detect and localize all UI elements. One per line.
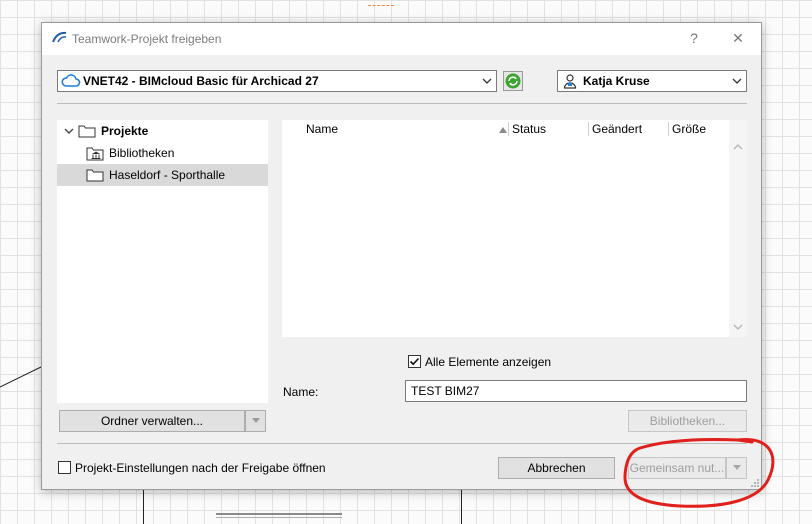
column-header-changed[interactable]: Geändert (592, 120, 668, 138)
archicad-logo-icon (52, 31, 67, 43)
checkmark-icon (409, 357, 420, 366)
drawing-line-right (461, 490, 462, 524)
open-settings-checkbox[interactable] (58, 461, 71, 474)
drawing-marker-top (368, 5, 394, 6)
drawing-diagonal (0, 366, 42, 388)
chevron-down-icon (482, 78, 492, 84)
cancel-label: Abbrechen (527, 461, 586, 475)
open-settings-label[interactable]: Projekt-Einstellungen nach der Freigabe … (75, 461, 326, 475)
chevron-down-icon (732, 78, 742, 84)
chevron-down-icon[interactable] (63, 125, 75, 137)
tree-item-label: Haseldorf - Sporthalle (109, 168, 226, 182)
drawing-dim-line (216, 513, 342, 515)
show-all-label[interactable]: Alle Elemente anzeigen (425, 355, 551, 369)
show-all-checkbox[interactable] (408, 355, 421, 368)
tree-item-label: Projekte (101, 124, 149, 138)
library-folder-icon (86, 147, 104, 161)
scroll-up-icon[interactable] (729, 140, 747, 154)
dialog-titlebar[interactable]: Teamwork-Projekt freigeben ? ✕ (42, 23, 761, 55)
tree-item-label: Bibliotheken (109, 146, 175, 160)
column-divider[interactable] (588, 122, 589, 136)
top-separator (57, 103, 747, 104)
name-label: Name: (283, 385, 319, 399)
column-header-label: Größe (672, 122, 707, 136)
sort-ascending-icon (499, 127, 507, 133)
help-button[interactable]: ? (684, 30, 704, 46)
column-header-label: Status (512, 122, 547, 136)
tree-item-bibliotheken[interactable]: Bibliotheken (57, 142, 268, 164)
cancel-button[interactable]: Abbrechen (498, 457, 615, 479)
drawing-dim-line-2 (216, 517, 342, 518)
refresh-button[interactable] (503, 71, 523, 91)
manage-folders-label: Ordner verwalten... (100, 414, 204, 428)
scroll-down-icon[interactable] (729, 320, 747, 334)
column-divider[interactable] (668, 122, 669, 136)
cloud-icon (61, 74, 81, 87)
name-input[interactable]: TEST BIM27 (405, 380, 747, 402)
manage-folders-button[interactable]: Ordner verwalten... (59, 410, 245, 432)
server-select[interactable]: VNET42 - BIMcloud Basic für Archicad 27 (57, 70, 497, 92)
triangle-down-icon (251, 418, 260, 423)
share-project-dialog: Teamwork-Projekt freigeben ? ✕ VNET42 - … (41, 22, 762, 490)
column-header-label: Name (306, 122, 339, 136)
tree-item-projekte[interactable]: Projekte (57, 120, 268, 142)
tree-item-haseldorf[interactable]: Haseldorf - Sporthalle (57, 164, 268, 186)
column-header-size[interactable]: Größe (672, 120, 726, 138)
close-button[interactable]: ✕ (728, 30, 748, 47)
vertical-scrollbar[interactable] (729, 120, 747, 337)
dialog-title: Teamwork-Projekt freigeben (72, 32, 222, 46)
name-input-value: TEST BIM27 (411, 384, 480, 398)
column-header-status[interactable]: Status (512, 120, 588, 138)
folder-icon (86, 169, 104, 182)
annotation-circle (623, 437, 775, 508)
folder-tree[interactable]: Projekte Bibliotheken Haseldorf - Sporth… (57, 120, 268, 403)
user-select-value: Katja Kruse (583, 74, 650, 88)
user-select[interactable]: Katja Kruse (557, 70, 747, 92)
column-header-name[interactable]: Name (306, 120, 510, 138)
column-divider[interactable] (508, 122, 509, 136)
drawing-line-left (143, 490, 144, 524)
libraries-label: Bibliotheken... (649, 414, 726, 428)
user-icon (563, 74, 577, 89)
refresh-icon (505, 73, 521, 89)
manage-folders-dropdown-button[interactable] (245, 410, 266, 432)
folder-icon (78, 125, 96, 138)
libraries-button[interactable]: Bibliotheken... (628, 410, 747, 432)
server-select-value: VNET42 - BIMcloud Basic für Archicad 27 (83, 74, 319, 88)
file-list[interactable]: Name Status Geändert Größe (282, 120, 747, 337)
column-header-label: Geändert (592, 122, 643, 136)
